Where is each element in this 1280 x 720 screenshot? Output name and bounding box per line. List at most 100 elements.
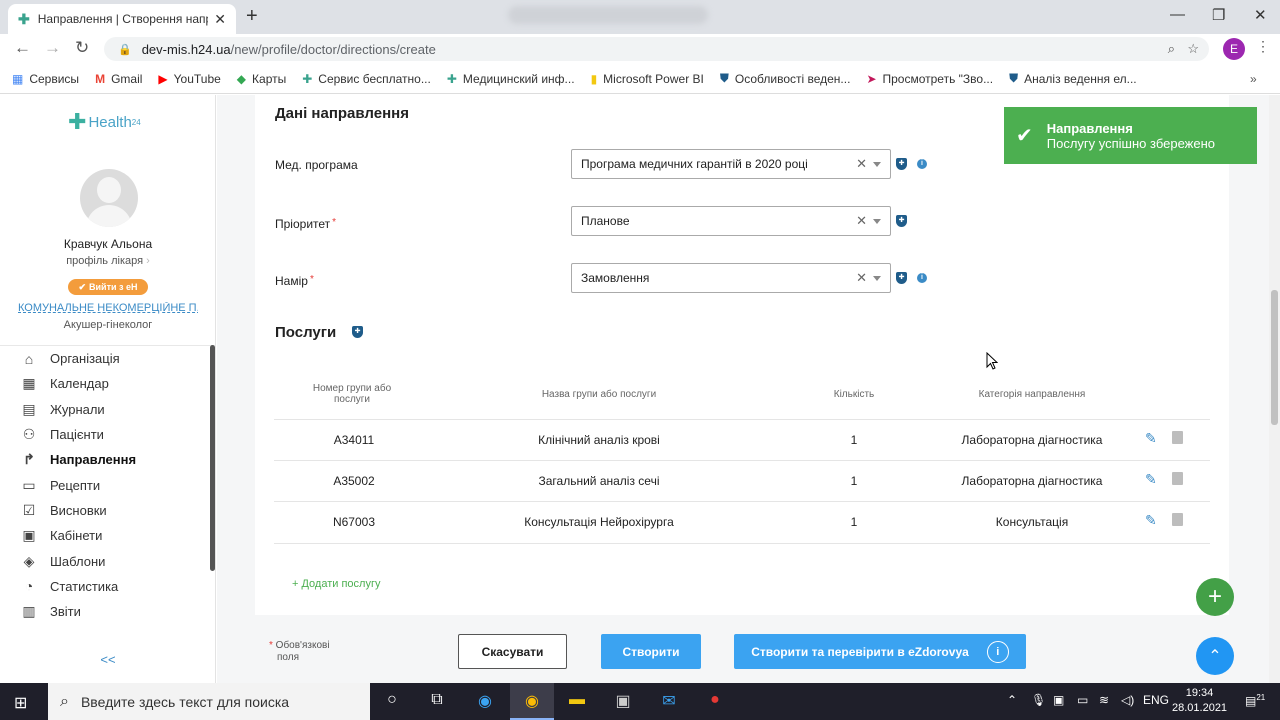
ehealth-shield-icon: ✚ — [896, 272, 907, 284]
language-indicator[interactable]: ENG — [1143, 693, 1169, 707]
scroll-up-button[interactable]: ⌃ — [1196, 637, 1234, 675]
taskbar-search-input[interactable]: ⌕ Введите здесь текст для поиска — [48, 683, 370, 720]
cancel-button[interactable]: Скасувати — [458, 634, 567, 669]
trash-icon[interactable] — [1172, 472, 1183, 485]
reload-icon[interactable]: ↻ — [75, 38, 89, 58]
bookmark-item[interactable]: ▮ Microsoft Power BI — [591, 72, 704, 86]
minimize-icon[interactable]: — — [1170, 6, 1185, 23]
more-bookmarks-icon[interactable]: » — [1250, 72, 1257, 86]
bookmark-item[interactable]: ✚ Сервис бесплатно... — [302, 72, 431, 86]
back-icon[interactable]: ← — [14, 38, 31, 58]
store-icon[interactable]: ▣ — [611, 691, 635, 711]
doctor-name: Кравчук Альона — [63, 237, 153, 251]
program-select[interactable]: Програма медичних гарантій в 2020 році ✕ — [571, 149, 891, 179]
required-fields-note: * Обов'язкові поля — [269, 640, 330, 663]
sidebar-item-calendar[interactable]: ▦ Календар — [0, 371, 216, 396]
sidebar-item-recipes[interactable]: ▭ Рецепти — [0, 472, 216, 497]
bookmark-item[interactable]: ▶ YouTube — [158, 72, 220, 86]
tray-chevron-icon[interactable]: ⌃ — [1007, 693, 1017, 707]
sidebar-item-directions[interactable]: ↱ Направлення — [0, 447, 216, 472]
youtube-icon: ▶ — [158, 71, 168, 86]
edit-pencil-icon[interactable]: ✎ — [1145, 471, 1157, 488]
chevron-down-icon[interactable] — [873, 161, 881, 167]
cortana-icon[interactable]: ○ — [380, 691, 404, 709]
profile-link[interactable]: профіль лікаря › — [0, 255, 216, 267]
priority-select[interactable]: Планове ✕ — [571, 206, 891, 236]
microphone-icon[interactable]: 🎙 — [1031, 693, 1046, 707]
url-input[interactable]: 🔒 dev-mis.h24.ua/new/profile/doctor/dire… — [104, 37, 1209, 61]
sidebar-item-organization[interactable]: ⌂ Організація — [0, 346, 216, 371]
bookmark-item[interactable]: ◆ Карты — [237, 72, 286, 86]
task-view-icon[interactable]: ⧉ — [425, 691, 449, 709]
windows-start-icon[interactable]: ⊞ — [14, 693, 27, 713]
bookmark-item[interactable]: M Gmail — [95, 72, 142, 86]
browser-tab[interactable]: ✚ Направлення | Створення напр ✕ — [8, 4, 236, 34]
trash-icon[interactable] — [1172, 431, 1183, 444]
record-icon[interactable]: ● — [703, 691, 727, 709]
chevron-down-icon[interactable] — [873, 218, 881, 224]
column-header-category: Категорія направлення — [978, 389, 1086, 400]
zoom-search-icon[interactable]: ⌕ — [1168, 41, 1175, 57]
volume-icon[interactable]: ◁) — [1121, 693, 1134, 707]
app-logo[interactable]: ✚ Health 24 — [68, 109, 141, 135]
doctor-specialty: Акушер-гінеколог — [63, 319, 153, 331]
create-and-check-button[interactable]: Створити та перевірити в eZdorovya i — [734, 634, 1026, 669]
clock[interactable]: 19:34 28.01.2021 — [1172, 686, 1227, 716]
new-tab-icon[interactable]: + — [246, 5, 258, 28]
clear-icon[interactable]: ✕ — [856, 213, 867, 229]
edit-pencil-icon[interactable]: ✎ — [1145, 430, 1157, 447]
url-domain: dev-mis.h24.ua — [141, 41, 231, 57]
file-explorer-icon[interactable]: ▬ — [565, 691, 589, 709]
wifi-icon[interactable]: ≋ — [1099, 693, 1109, 707]
blurred-region — [508, 6, 708, 24]
conclusion-icon: ☑ — [22, 501, 36, 518]
battery-icon[interactable]: ▭ — [1077, 693, 1088, 707]
clear-icon[interactable]: ✕ — [856, 270, 867, 286]
sidebar-item-conclusions[interactable]: ☑ Висновки — [0, 498, 216, 523]
mail-icon[interactable]: ✉ — [657, 691, 681, 711]
bookmark-item[interactable]: ➤ Просмотреть "Зво... — [866, 72, 993, 86]
success-toast[interactable]: ✔ Направлення Послугу успішно збережено — [1004, 107, 1257, 164]
exit-en-button[interactable]: ✔ Вийти з еН — [68, 279, 148, 295]
bookmark-item[interactable]: ▦ Сервисы — [12, 72, 79, 86]
trash-icon[interactable] — [1172, 513, 1183, 526]
sidebar-scrollbar[interactable] — [210, 345, 215, 571]
bookmarks-bar: ▦ Сервисы M Gmail ▶ YouTube ◆ Карты ✚ Сервис … — [0, 64, 1280, 94]
arrow-icon: ➤ — [866, 71, 877, 86]
sidebar-item-templates[interactable]: ◈ Шаблони — [0, 548, 216, 573]
add-fab-button[interactable]: + — [1196, 578, 1234, 616]
shield-icon: ⛊ — [1009, 71, 1019, 85]
close-window-icon[interactable]: ✕ — [1254, 6, 1267, 24]
edit-pencil-icon[interactable]: ✎ — [1145, 512, 1157, 529]
bookmark-star-icon[interactable]: ☆ — [1187, 41, 1199, 57]
notifications-icon[interactable]: ▤21 — [1245, 693, 1265, 708]
page-scrollbar[interactable] — [1269, 95, 1280, 683]
bookmark-item[interactable]: ✚ Медицинский инф... — [447, 72, 575, 86]
organization-link[interactable]: КОМУНАЛЬНЕ НЕКОМЕРЦІЙНЕ П... — [18, 302, 198, 314]
field-label-priority: Пріоритет * — [275, 217, 337, 231]
collapse-sidebar-button[interactable]: << — [0, 652, 216, 667]
profile-avatar[interactable]: E — [1223, 38, 1245, 60]
maximize-icon[interactable]: ❐ — [1212, 6, 1225, 24]
close-tab-icon[interactable]: ✕ — [214, 11, 226, 28]
sidebar-item-statistics[interactable]: ◔ Статистика — [0, 574, 216, 599]
bookmark-item[interactable]: ⛊ Аналіз ведення ел... — [1009, 71, 1137, 86]
sidebar-item-reports[interactable]: ▥ Звіти — [0, 599, 216, 624]
forward-icon[interactable]: → — [44, 38, 61, 58]
add-service-link[interactable]: + Додати послугу — [292, 578, 380, 590]
edge-icon[interactable]: ◉ — [473, 691, 497, 711]
sidebar-item-cabinets[interactable]: ▣ Кабінети — [0, 523, 216, 548]
browser-menu-icon[interactable]: ⋮ — [1256, 38, 1270, 55]
sidebar-item-journals[interactable]: ▤ Журнали — [0, 397, 216, 422]
intent-select[interactable]: Замовлення ✕ — [571, 263, 891, 293]
sidebar-item-patients[interactable]: ⚇ Пацієнти — [0, 422, 216, 447]
info-icon[interactable]: i — [917, 273, 927, 283]
bookmark-item[interactable]: ⛊ Особливості веден... — [720, 71, 851, 86]
clear-icon[interactable]: ✕ — [856, 156, 867, 172]
apps-grid-icon: ▦ — [12, 71, 24, 86]
cabinet-icon: ▣ — [22, 527, 36, 544]
tray-app-icon[interactable]: ▣ — [1053, 693, 1064, 707]
chevron-down-icon[interactable] — [873, 275, 881, 281]
create-button[interactable]: Створити — [601, 634, 701, 669]
info-icon[interactable]: i — [917, 159, 927, 169]
